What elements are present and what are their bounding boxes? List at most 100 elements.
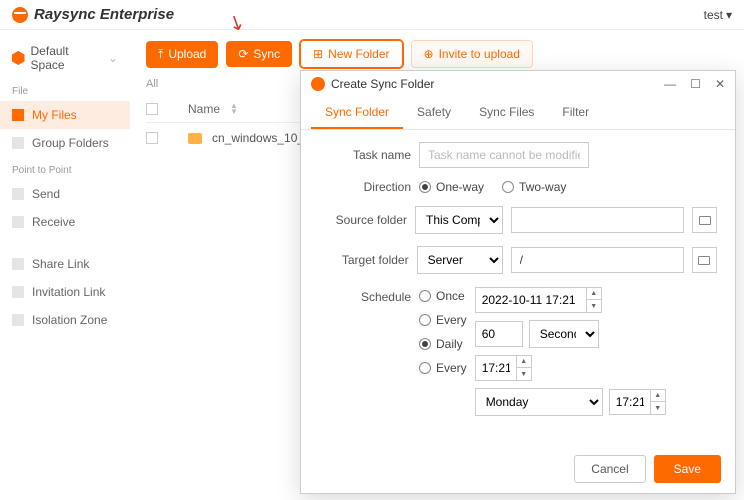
brand: Raysync Enterprise: [12, 6, 174, 23]
tab-filter[interactable]: Filter: [548, 97, 603, 129]
browse-source-button[interactable]: [692, 207, 717, 233]
radio-icon: [419, 290, 431, 302]
radio-label: One-way: [436, 180, 484, 194]
button-label: Invite to upload: [439, 47, 520, 61]
radio-icon: [419, 314, 431, 326]
invite-icon: ⊕: [424, 47, 434, 61]
radio-two-way[interactable]: Two-way: [502, 180, 566, 194]
receive-icon: [12, 216, 24, 228]
spin-down-icon[interactable]: ▼: [517, 368, 531, 380]
radio-icon: [419, 362, 431, 374]
sidebar-item-label: My Files: [32, 108, 77, 122]
sidebar-item-label: Receive: [32, 215, 75, 229]
upload-icon: ⤒: [158, 47, 163, 62]
sync-button[interactable]: ⟳ Sync: [226, 41, 292, 67]
target-location-select[interactable]: Server: [417, 246, 503, 274]
button-label: Sync: [253, 47, 280, 61]
dialog-form: Task name Direction One-way Two-way Sour…: [301, 130, 735, 445]
sidebar-item-label: Group Folders: [32, 136, 109, 150]
sort-icon[interactable]: ▲▼: [230, 103, 238, 115]
task-name-input[interactable]: [419, 142, 589, 168]
invite-upload-button[interactable]: ⊕ Invite to upload: [411, 40, 533, 68]
folder-icon: [698, 256, 710, 265]
target-path-input[interactable]: [511, 247, 684, 273]
source-path-input[interactable]: [511, 207, 684, 233]
send-icon: [12, 188, 24, 200]
section-p2p-label: Point to Point: [0, 157, 130, 180]
brand-text: Raysync Enterprise: [34, 6, 174, 23]
shield-icon: [12, 314, 24, 326]
source-location-select[interactable]: This Computer: [415, 206, 503, 234]
radio-icon: [419, 338, 431, 350]
user-name: test: [704, 8, 723, 22]
radio-label: Daily: [436, 337, 463, 351]
browse-target-button[interactable]: [692, 247, 717, 273]
sidebar-item-share-link[interactable]: Share Link: [0, 250, 130, 278]
tab-sync-folder[interactable]: Sync Folder: [311, 97, 403, 129]
once-datetime-input[interactable]: ▲▼: [475, 287, 602, 313]
tab-sync-files[interactable]: Sync Files: [465, 97, 548, 129]
radio-icon: [502, 181, 514, 193]
new-folder-button[interactable]: ⊞ New Folder: [300, 40, 402, 68]
radio-label: Once: [436, 289, 465, 303]
create-sync-folder-dialog: Create Sync Folder — ☐ ✕ Sync Folder Saf…: [300, 70, 736, 494]
label-direction: Direction: [319, 180, 411, 194]
radio-schedule-every-interval[interactable]: Every: [419, 313, 467, 327]
radio-one-way[interactable]: One-way: [419, 180, 484, 194]
button-label: Upload: [168, 47, 206, 61]
app-header: Raysync Enterprise test ▾: [0, 0, 744, 30]
daily-time-input[interactable]: ▲▼: [475, 355, 532, 381]
select-all-checkbox[interactable]: [146, 103, 158, 115]
close-button[interactable]: ✕: [715, 77, 725, 91]
every-interval-unit-select[interactable]: Seconds: [529, 320, 599, 348]
minimize-button[interactable]: —: [664, 77, 676, 91]
radio-label: Two-way: [519, 180, 566, 194]
sidebar-item-send[interactable]: Send: [0, 180, 130, 208]
row-checkbox[interactable]: [146, 132, 158, 144]
dialog-tabs: Sync Folder Safety Sync Files Filter: [301, 97, 735, 130]
every-day-select[interactable]: Monday: [475, 388, 603, 416]
user-menu[interactable]: test ▾: [704, 8, 732, 22]
tab-safety[interactable]: Safety: [403, 97, 465, 129]
radio-schedule-once[interactable]: Once: [419, 289, 467, 303]
spin-up-icon[interactable]: ▲: [517, 356, 531, 368]
toolbar: ⤒ Upload ⟳ Sync ⊞ New Folder ⊕ Invite to…: [146, 40, 728, 68]
dialog-titlebar: Create Sync Folder — ☐ ✕: [301, 71, 735, 97]
label-source-folder: Source folder: [319, 213, 407, 227]
spin-down-icon[interactable]: ▼: [587, 300, 601, 312]
column-name[interactable]: Name: [188, 102, 220, 116]
sidebar-item-group-folders[interactable]: Group Folders: [0, 129, 130, 157]
group-icon: [12, 137, 24, 149]
dialog-title: Create Sync Folder: [331, 77, 434, 91]
chevron-down-icon: ⌄: [108, 51, 118, 65]
chevron-down-icon: ▾: [726, 8, 732, 22]
cube-icon: [12, 51, 25, 65]
save-button[interactable]: Save: [654, 455, 721, 483]
spin-down-icon[interactable]: ▼: [651, 402, 665, 414]
sidebar-item-isolation-zone[interactable]: Isolation Zone: [0, 306, 130, 334]
folder-icon: [12, 109, 24, 121]
sidebar-item-label: Send: [32, 187, 60, 201]
radio-schedule-every-day[interactable]: Every: [419, 361, 467, 375]
cancel-button[interactable]: Cancel: [574, 455, 645, 483]
folder-icon: [188, 133, 202, 144]
sync-icon: ⟳: [238, 47, 248, 61]
spin-up-icon[interactable]: ▲: [651, 390, 665, 402]
sidebar-item-receive[interactable]: Receive: [0, 208, 130, 236]
label-schedule: Schedule: [319, 286, 411, 304]
sidebar-item-invitation-link[interactable]: Invitation Link: [0, 278, 130, 306]
space-name: Default Space: [31, 44, 98, 72]
dialog-logo-icon: [311, 77, 325, 91]
sidebar-item-label: Invitation Link: [32, 285, 105, 299]
space-selector[interactable]: Default Space ⌄: [0, 38, 130, 78]
every-day-time-input[interactable]: ▲▼: [609, 389, 666, 415]
radio-schedule-daily[interactable]: Daily: [419, 337, 467, 351]
sidebar: Default Space ⌄ File My Files Group Fold…: [0, 30, 130, 500]
every-interval-input[interactable]: [475, 321, 523, 347]
maximize-button[interactable]: ☐: [690, 77, 701, 91]
label-task-name: Task name: [319, 148, 411, 162]
upload-button[interactable]: ⤒ Upload: [146, 41, 218, 68]
sidebar-item-my-files[interactable]: My Files: [0, 101, 130, 129]
spin-up-icon[interactable]: ▲: [587, 288, 601, 300]
invite-icon: [12, 286, 24, 298]
